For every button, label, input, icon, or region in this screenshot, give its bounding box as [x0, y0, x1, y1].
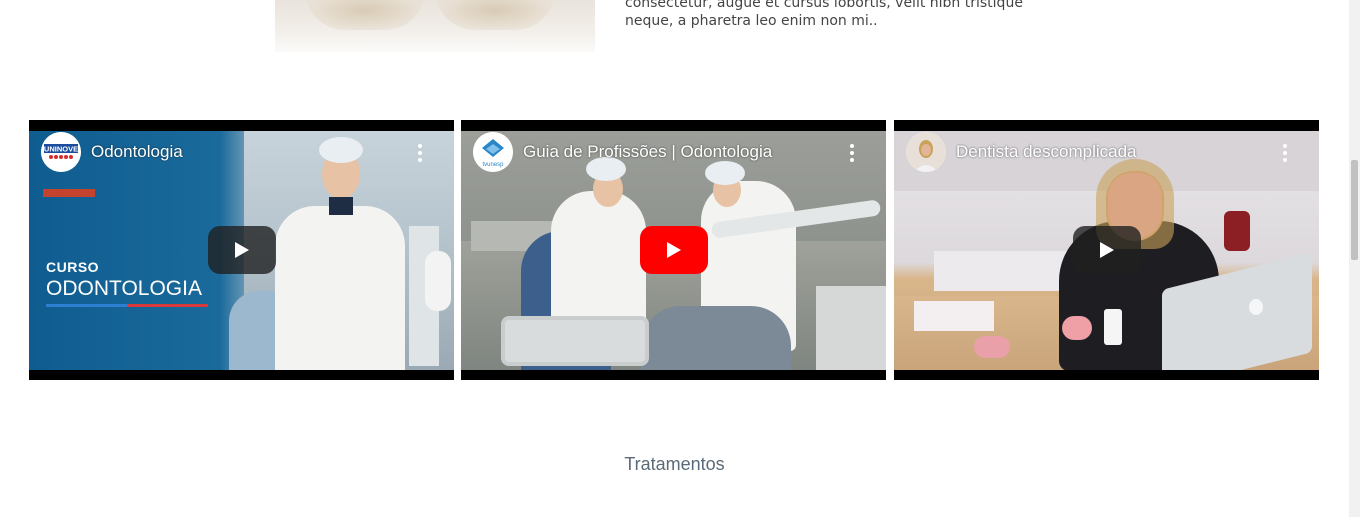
testimonial-text: consectetur, augue et cursus lobortis, v… [625, 0, 1023, 29]
course-overlay-line1: CURSO [46, 259, 100, 275]
channel-avatar[interactable] [906, 132, 946, 172]
video-embed-guia-profissoes[interactable]: tvunesp Guia de Profissões | Odontologia [461, 120, 886, 380]
testimonial-photo [275, 0, 595, 52]
channel-uninove-icon[interactable]: UNINOVE [41, 132, 81, 172]
svg-text:UNINOVE: UNINOVE [44, 145, 78, 154]
more-options-icon[interactable] [418, 144, 422, 165]
channel-caption: tvunesp [482, 162, 504, 168]
play-button[interactable] [640, 226, 708, 274]
more-options-icon[interactable] [850, 144, 854, 165]
video-embed-odontologia[interactable]: CURSO ODONTOLOGIA UNINOVE Odontologia [29, 120, 454, 380]
channel-tvunesp-icon[interactable]: tvunesp [473, 132, 513, 172]
video-title[interactable]: Odontologia [91, 142, 183, 162]
section-title: Tratamentos [624, 454, 725, 474]
sub-logo [43, 189, 95, 197]
video-title[interactable]: Dentista descomplicada [956, 142, 1136, 162]
course-overlay: CURSO ODONTOLOGIA [46, 259, 208, 307]
course-overlay-line2: ODONTOLOGIA [46, 277, 202, 300]
play-button[interactable] [1073, 226, 1141, 274]
more-options-icon[interactable] [1283, 144, 1287, 165]
play-button[interactable] [208, 226, 276, 274]
scrollbar-thumb[interactable] [1351, 160, 1358, 260]
video-embed-dentista-descomplicada[interactable]: Dentista descomplicada [894, 120, 1319, 380]
page-content: consectetur, augue et cursus lobortis, v… [0, 0, 1349, 517]
video-title[interactable]: Guia de Profissões | Odontologia [523, 142, 772, 162]
